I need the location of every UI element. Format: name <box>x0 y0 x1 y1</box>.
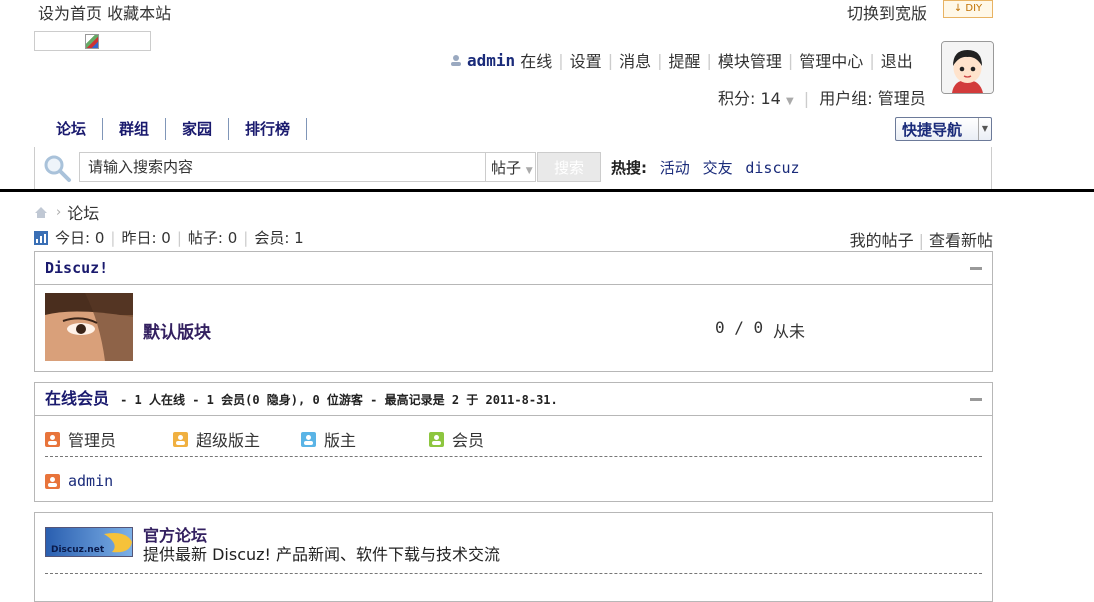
online-status: 在线 <box>520 52 553 71</box>
main-nav: 论坛 群组 家园 排行榜 <box>40 118 308 140</box>
super-moderator-user-icon <box>173 431 188 447</box>
category-title[interactable]: Discuz! <box>45 259 108 277</box>
nav-item-forum[interactable]: 论坛 <box>40 118 104 140</box>
online-info: - 1 人在线 - 1 会员(0 隐身), 0 位游客 - 最高记录是 2 于 … <box>120 393 558 407</box>
member-legend: 管理员 超级版主 版主 会员 <box>45 427 557 451</box>
search-button[interactable]: 搜索 <box>537 152 601 182</box>
home-icon[interactable] <box>34 206 48 219</box>
nav-item-groups[interactable]: 群组 <box>103 118 167 140</box>
chevron-down-icon: ▼ <box>525 166 533 176</box>
chevron-down-icon: ▼ <box>978 118 991 140</box>
online-members-box: 在线会员 - 1 人在线 - 1 会员(0 隐身), 0 位游客 - 最高记录是… <box>34 382 993 502</box>
forum-last-post: 从未 <box>773 322 806 341</box>
nav-item-home[interactable]: 家园 <box>166 118 230 140</box>
avatar-image <box>942 42 993 93</box>
legend-label: 会员 <box>452 431 485 450</box>
username-link[interactable]: admin <box>467 51 515 70</box>
category-box: Discuz! 默认版块 0 / 0 从未 <box>34 251 993 372</box>
credit-row: 积分: 14 ▼ | 用户组: 管理员 <box>718 89 926 108</box>
legend-label: 管理员 <box>68 431 117 450</box>
settings-link[interactable]: 设置 <box>570 48 602 72</box>
forum-thumbnail[interactable] <box>45 293 133 361</box>
set-home-link[interactable]: 设为首页 <box>38 4 102 23</box>
chart-icon <box>34 230 48 245</box>
credits-text: 积分: 14 <box>718 89 781 108</box>
divider <box>45 456 982 457</box>
stat-today: 今日: 0 <box>55 229 105 247</box>
search-input[interactable]: 请输入搜索内容 <box>79 152 485 182</box>
breadcrumb: › 论坛 <box>34 200 99 224</box>
new-posts-link[interactable]: 查看新帖 <box>929 231 993 250</box>
broken-image-icon <box>85 34 99 49</box>
official-forum-logo[interactable]: Discuz.net <box>45 527 133 557</box>
switch-wide-link[interactable]: 切换到宽版 <box>847 0 927 24</box>
online-title[interactable]: 在线会员 <box>45 389 109 408</box>
hot-keyword[interactable]: discuz <box>745 159 799 177</box>
diy-button[interactable]: ↓ DIY <box>943 0 993 18</box>
online-header: 在线会员 - 1 人在线 - 1 会员(0 隐身), 0 位游客 - 最高记录是… <box>35 383 992 416</box>
hot-keyword[interactable]: 交友 <box>703 159 733 177</box>
logo-text: Discuz.net <box>51 545 105 555</box>
admin-user-icon <box>45 473 60 489</box>
search-type-select[interactable]: 帖子 ▼ <box>485 152 536 182</box>
friend-links-box: Discuz.net 官方论坛 提供最新 Discuz! 产品新闻、软件下载与技… <box>34 512 993 602</box>
my-posts-link[interactable]: 我的帖子 <box>850 231 914 250</box>
divider <box>45 573 982 574</box>
forum-stats-count: 0 / 0 <box>715 318 764 337</box>
module-manage-link[interactable]: 模块管理 <box>718 48 782 72</box>
stat-yesterday: 昨日: 0 <box>121 229 171 247</box>
discuz-net-logo: Discuz.net <box>46 528 132 556</box>
online-user-item: admin <box>45 472 113 490</box>
chevron-down-icon: ▼ <box>785 96 794 107</box>
nav-item-ranking[interactable]: 排行榜 <box>229 118 308 140</box>
post-links: 我的帖子 | 查看新帖 <box>849 231 993 250</box>
forum-thumbnail-image <box>45 293 133 361</box>
legend-admin: 管理员 <box>45 427 173 451</box>
breadcrumb-forum[interactable]: 论坛 <box>67 200 99 224</box>
user-icon <box>451 55 461 66</box>
hot-search-label: 热搜: <box>611 159 647 177</box>
logout-link[interactable]: 退出 <box>881 48 913 72</box>
legend-label: 超级版主 <box>196 431 261 450</box>
forum-stats: 今日: 0 | 昨日: 0 | 帖子: 0 | 会员: 1 <box>34 227 304 248</box>
hot-search: 热搜: 活动 交友 discuz <box>611 157 800 178</box>
member-user-icon <box>429 431 444 447</box>
user-toolbar: admin 在线 | 设置 | 消息 | 提醒 | 模块管理 | 管理中心 | 退出 <box>450 48 913 72</box>
chevron-right-icon: › <box>56 204 62 220</box>
legend-super-moderator: 超级版主 <box>173 427 301 451</box>
notifications-link[interactable]: 提醒 <box>668 48 700 72</box>
bookmark-link[interactable]: 收藏本站 <box>107 4 171 23</box>
top-links: 设为首页 收藏本站 <box>38 0 171 24</box>
stat-posts: 帖子: 0 <box>187 229 238 247</box>
search-type-label: 帖子 <box>491 159 522 177</box>
category-header: Discuz! <box>35 252 992 285</box>
legend-member: 会员 <box>429 427 557 451</box>
admin-user-icon <box>45 431 60 447</box>
collapse-icon[interactable] <box>970 398 982 401</box>
forum-name-link[interactable]: 默认版块 <box>143 318 211 343</box>
site-logo[interactable] <box>34 31 151 51</box>
stat-members: 会员: 1 <box>254 229 304 247</box>
collapse-icon[interactable] <box>970 267 982 270</box>
diy-label: DIY <box>965 3 983 14</box>
quick-nav-label: 快捷导航 <box>902 121 963 139</box>
user-group-link[interactable]: 用户组: 管理员 <box>819 89 925 108</box>
legend-moderator: 版主 <box>301 427 429 451</box>
moderator-user-icon <box>301 431 316 447</box>
credits-link[interactable]: 积分: 14 ▼ <box>718 89 794 108</box>
legend-label: 版主 <box>324 431 357 450</box>
official-forum-description: 提供最新 Discuz! 产品新闻、软件下载与技术交流 <box>143 545 501 564</box>
search-icon <box>44 155 71 182</box>
messages-link[interactable]: 消息 <box>619 48 651 72</box>
online-user-link[interactable]: admin <box>68 472 113 490</box>
hot-keyword[interactable]: 活动 <box>660 159 690 177</box>
divider <box>0 189 1094 192</box>
avatar[interactable] <box>941 41 994 94</box>
admin-center-link[interactable]: 管理中心 <box>799 48 863 72</box>
quick-nav-button[interactable]: 快捷导航 ▼ <box>895 117 992 141</box>
